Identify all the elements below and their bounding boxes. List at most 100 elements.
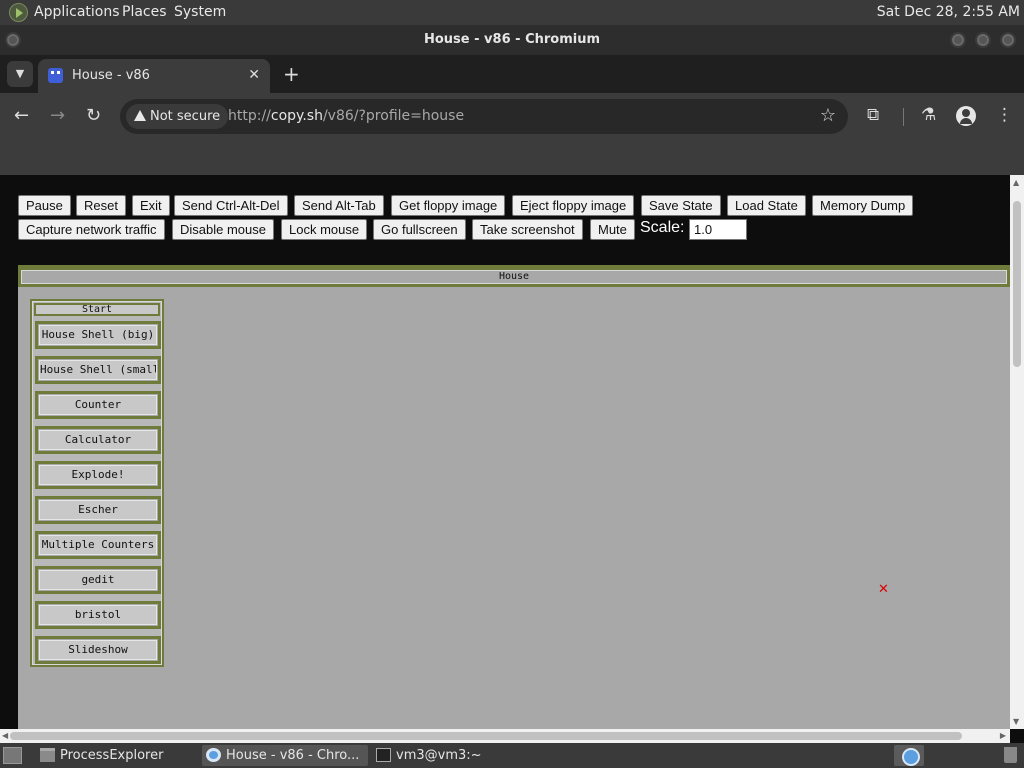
trash-icon[interactable] [1004, 747, 1017, 763]
chevron-down-icon: ▼ [15, 67, 25, 80]
browser-toolbar: ← → ↻ Not secure http://copy.sh/v86/?pro… [0, 93, 1024, 141]
house-button-label: Multiple Counters [39, 535, 157, 555]
house-title-bar[interactable]: House [18, 267, 1010, 287]
task-label: ProcessExplorer [60, 748, 164, 763]
bristol-button[interactable]: bristol [35, 601, 161, 629]
scale-label: Scale: [640, 219, 685, 236]
task-process-explorer[interactable]: ProcessExplorer [36, 745, 196, 766]
window-title: House - v86 - Chromium [423, 32, 601, 47]
reload-icon[interactable]: ↻ [86, 106, 101, 126]
start-menu: Start House Shell (big) House Shell (sma… [30, 299, 164, 667]
house-button-label: House Shell (big) [39, 325, 157, 345]
reset-button[interactable]: Reset [76, 195, 126, 216]
task-terminal[interactable]: vm3@vm3:~ [372, 745, 522, 766]
profile-avatar-icon[interactable] [956, 106, 976, 126]
counter-button[interactable]: Counter [35, 391, 161, 419]
url-path: /v86/?profile=house [322, 108, 465, 124]
url-text[interactable]: http://copy.sh/v86/?profile=house [228, 108, 464, 124]
send-ctrl-alt-del-button[interactable]: Send Ctrl-Alt-Del [174, 195, 288, 216]
distro-logo-icon[interactable] [9, 3, 28, 22]
take-screenshot-button[interactable]: Take screenshot [472, 219, 583, 240]
top-panel: Applications Places System Sat Dec 28, 2… [0, 0, 1024, 25]
calculator-button[interactable]: Calculator [35, 426, 161, 454]
close-tab-icon[interactable]: ✕ [248, 67, 260, 83]
go-fullscreen-button[interactable]: Go fullscreen [373, 219, 466, 240]
house-button-label: bristol [39, 605, 157, 625]
lock-mouse-button[interactable]: Lock mouse [281, 219, 368, 240]
terminal-icon [376, 748, 391, 762]
scroll-right-arrow-icon[interactable]: ▶ [1000, 731, 1006, 740]
tab-strip: ▼ House - v86 ✕ + [0, 55, 1024, 93]
house-button-label: Escher [39, 500, 157, 520]
maximize-button[interactable] [975, 32, 991, 48]
address-bar[interactable]: Not secure http://copy.sh/v86/?profile=h… [120, 99, 848, 137]
load-state-button[interactable]: Load State [727, 195, 806, 216]
escher-button[interactable]: Escher [35, 496, 161, 524]
window-menu-button[interactable] [5, 32, 21, 48]
forward-arrow-icon[interactable]: → [50, 106, 65, 126]
scroll-left-arrow-icon[interactable]: ◀ [2, 731, 8, 740]
tab-house-v86[interactable]: House - v86 ✕ [38, 59, 270, 93]
house-button-label: gedit [39, 570, 157, 590]
tab-search-button[interactable]: ▼ [7, 61, 33, 87]
system-menu[interactable]: System [174, 4, 226, 20]
bookmark-star-icon[interactable]: ☆ [820, 105, 836, 126]
house-shell-big-button[interactable]: House Shell (big) [35, 321, 161, 349]
bottom-taskbar: ProcessExplorer House - v86 - Chro... vm… [0, 743, 1024, 768]
task-chromium[interactable]: House - v86 - Chro... [202, 745, 368, 766]
applications-menu[interactable]: Applications [34, 4, 120, 20]
page-viewport[interactable]: Pause Reset Exit Send Ctrl-Alt-Del Send … [0, 175, 1024, 743]
scroll-down-arrow-icon[interactable]: ▼ [1013, 717, 1019, 726]
bookmarks-bar [0, 141, 1024, 175]
scale-input[interactable] [689, 219, 747, 240]
task-label: House - v86 - Chro... [226, 748, 360, 763]
multiple-counters-button[interactable]: Multiple Counters [35, 531, 161, 559]
tab-title: House - v86 [72, 68, 150, 83]
kebab-menu-icon[interactable]: ⋮ [996, 105, 1013, 125]
vertical-scroll-thumb[interactable] [1013, 201, 1021, 367]
security-label: Not secure [150, 109, 221, 124]
house-button-label: Slideshow [39, 640, 157, 660]
mute-button[interactable]: Mute [590, 219, 635, 240]
security-chip[interactable]: Not secure [126, 104, 229, 137]
house-shell-small-button[interactable]: House Shell (small) [35, 356, 161, 384]
chromium-icon [206, 748, 221, 762]
house-button-label: Explode! [39, 465, 157, 485]
minimize-button[interactable] [950, 32, 966, 48]
new-tab-button[interactable]: + [283, 62, 300, 86]
horizontal-scrollbar[interactable]: ◀ ▶ [0, 729, 1010, 743]
scroll-up-arrow-icon[interactable]: ▲ [1013, 178, 1019, 187]
back-arrow-icon[interactable]: ← [14, 106, 29, 126]
house-button-label: Counter [39, 395, 157, 415]
get-floppy-image-button[interactable]: Get floppy image [391, 195, 506, 216]
send-alt-tab-button[interactable]: Send Alt-Tab [294, 195, 384, 216]
task-label: vm3@vm3:~ [396, 748, 482, 763]
show-desktop-icon[interactable] [3, 747, 22, 764]
house-button-label: Calculator [39, 430, 157, 450]
tray-chromium-icon[interactable] [894, 745, 924, 766]
horizontal-scroll-thumb[interactable] [10, 732, 962, 740]
disable-mouse-button[interactable]: Disable mouse [172, 219, 274, 240]
explode-button[interactable]: Explode! [35, 461, 161, 489]
url-scheme: http:// [228, 108, 271, 124]
pause-button[interactable]: Pause [18, 195, 71, 216]
memory-dump-button[interactable]: Memory Dump [812, 195, 914, 216]
vertical-scrollbar[interactable]: ▲ ▼ [1010, 175, 1024, 729]
close-window-button[interactable] [1000, 32, 1016, 48]
extensions-puzzle-icon[interactable]: ⧉ [867, 105, 879, 125]
house-button-label: House Shell (small) [39, 360, 157, 380]
exit-button[interactable]: Exit [132, 195, 170, 216]
emulator-screen[interactable]: House Start House Shell (big) House Shel… [18, 265, 1010, 743]
labs-flask-icon[interactable]: ⚗ [921, 105, 936, 125]
capture-network-traffic-button[interactable]: Capture network traffic [18, 219, 165, 240]
places-menu[interactable]: Places [122, 4, 167, 20]
url-host: copy.sh [270, 108, 323, 124]
gedit-button[interactable]: gedit [35, 566, 161, 594]
save-state-button[interactable]: Save State [641, 195, 721, 216]
panel-clock[interactable]: Sat Dec 28, 2:55 AM [877, 4, 1020, 20]
window-titlebar[interactable]: House - v86 - Chromium [0, 25, 1024, 55]
slideshow-button[interactable]: Slideshow [35, 636, 161, 664]
start-menu-title[interactable]: Start [34, 303, 160, 316]
eject-floppy-image-button[interactable]: Eject floppy image [512, 195, 635, 216]
v86-favicon-icon [48, 68, 63, 83]
